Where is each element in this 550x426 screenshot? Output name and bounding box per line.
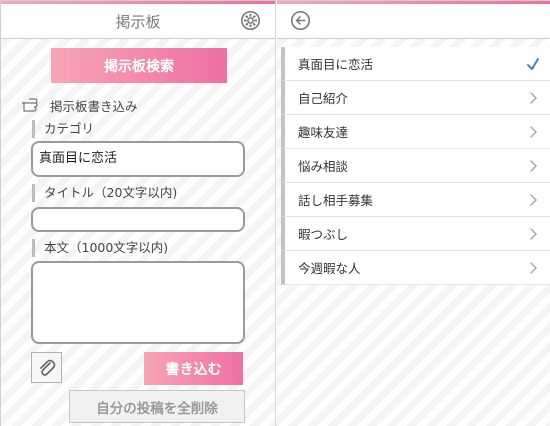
bulletin-post-pane: 掲示板 掲示板検索 掲示板書き込み カテゴリ 真面目に恋活 タイトル（20文字以… [1, 1, 276, 426]
paperclip-icon [39, 359, 55, 376]
chevron-right-icon [530, 160, 538, 172]
check-icon [527, 58, 539, 70]
category-item-label: 自己紹介 [298, 91, 349, 106]
chevron-right-icon [530, 126, 538, 138]
title-label: タイトル（20文字以内) [32, 184, 177, 202]
post-section-heading: 掲示板書き込み [21, 95, 138, 115]
category-item-chat-partner[interactable]: 話し相手募集 [281, 183, 550, 217]
category-item-advice[interactable]: 悩み相談 [281, 149, 550, 183]
body-textarea[interactable] [31, 261, 245, 344]
chevron-right-icon [530, 262, 538, 274]
attach-button[interactable] [31, 352, 62, 383]
category-item-label: 悩み相談 [298, 159, 349, 174]
right-header [277, 4, 550, 39]
category-item-free-this-week[interactable]: 今週暇な人 [281, 251, 550, 285]
chevron-right-icon [530, 92, 538, 104]
category-item-serious-love[interactable]: 真面目に恋活 [281, 47, 550, 81]
board-search-button[interactable]: 掲示板検索 [51, 48, 227, 83]
category-item-label: 趣味友達 [298, 125, 349, 140]
app-frame: 掲示板 掲示板検索 掲示板書き込み カテゴリ 真面目に恋活 タイトル（20文字以… [0, 0, 550, 426]
write-button[interactable]: 書き込む [144, 352, 243, 385]
delete-all-posts-button[interactable]: 自分の投稿を全削除 [69, 390, 245, 423]
category-label: カテゴリ [32, 120, 94, 138]
chevron-right-icon [530, 228, 538, 240]
category-item-label: 真面目に恋活 [298, 57, 374, 72]
category-item-label: 話し相手募集 [298, 193, 374, 208]
pointing-hand-icon [22, 98, 38, 112]
title-input[interactable] [31, 207, 245, 232]
back-arrow-icon[interactable] [290, 10, 311, 31]
category-item-hobby-friends[interactable]: 趣味友達 [281, 115, 550, 149]
category-item-killing-time[interactable]: 暇つぶし [281, 217, 550, 251]
section-title: 掲示板書き込み [50, 98, 138, 114]
category-item-label: 今週暇な人 [298, 261, 361, 276]
category-item-label: 暇つぶし [298, 227, 349, 242]
left-header: 掲示板 [1, 4, 275, 39]
category-list: 真面目に恋活 自己紹介 趣味友達 悩み相談 話し相手募集 暇つぶし 今週暇な人 [281, 47, 550, 285]
category-item-self-intro[interactable]: 自己紹介 [281, 81, 550, 115]
body-label: 本文（1000文字以内) [32, 239, 168, 257]
category-select[interactable]: 真面目に恋活 [31, 141, 245, 177]
chevron-right-icon [530, 194, 538, 206]
gear-icon[interactable] [240, 10, 261, 31]
page-title: 掲示板 [115, 13, 161, 31]
